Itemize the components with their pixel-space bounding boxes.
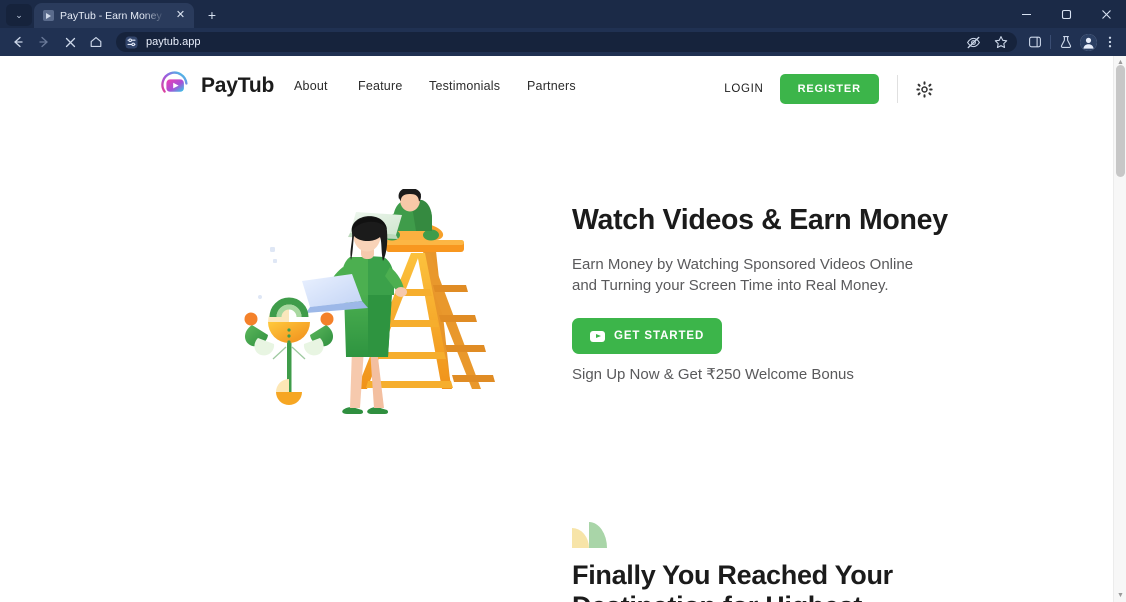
tab-title: PayTub - Earn Money by Watch xyxy=(60,9,167,22)
hero-subtitle: Earn Money by Watching Sponsored Videos … xyxy=(572,255,914,295)
sparkles xyxy=(258,247,277,299)
close-window-button[interactable] xyxy=(1086,0,1126,28)
nav-link-testimonials[interactable]: Testimonials xyxy=(429,79,527,93)
minimize-icon xyxy=(1021,13,1031,15)
three-dot-menu-icon[interactable] xyxy=(1100,31,1120,53)
omnibox-actions xyxy=(963,32,1011,52)
site-settings-icon[interactable] xyxy=(124,35,138,49)
new-tab-button[interactable]: + xyxy=(201,4,223,26)
browser-tab[interactable]: PayTub - Earn Money by Watch ✕ xyxy=(34,3,194,28)
page-scrollbar[interactable]: ▲ ▼ xyxy=(1113,56,1126,602)
get-started-label: GET STARTED xyxy=(614,330,705,343)
leaf-yellow-icon xyxy=(572,528,589,548)
back-arrow-icon xyxy=(14,36,23,48)
play-icon xyxy=(590,330,605,342)
plant-decoration xyxy=(244,297,334,405)
close-icon xyxy=(1101,9,1111,19)
paytub-favicon xyxy=(43,10,54,21)
chevron-down-icon: ⌄ xyxy=(15,9,23,20)
site-header: PayTub About Feature Testimonials Partne… xyxy=(0,56,1113,114)
avatar-icon xyxy=(1079,33,1097,51)
page-viewport: PayTub About Feature Testimonials Partne… xyxy=(0,56,1126,602)
brand-name: PayTub xyxy=(201,73,275,97)
nav-link-about[interactable]: About xyxy=(294,79,358,93)
primary-nav: About Feature Testimonials Partners xyxy=(294,79,587,93)
stop-loading-button[interactable] xyxy=(58,30,82,54)
forward-arrow-icon xyxy=(39,36,48,48)
gear-icon[interactable] xyxy=(916,80,933,98)
login-link[interactable]: LOGIN xyxy=(724,83,763,95)
hero-title: Watch Videos & Earn Money xyxy=(572,204,948,236)
home-icon xyxy=(90,37,102,47)
home-button[interactable] xyxy=(84,30,108,54)
paytub-play-logo xyxy=(160,70,191,101)
get-started-button[interactable]: GET STARTED xyxy=(572,318,723,355)
people-with-laptops-and-ladder-illustration xyxy=(240,187,540,419)
forward-button[interactable] xyxy=(32,30,56,54)
tab-search-button[interactable]: ⌄ xyxy=(6,4,32,26)
scrollbar-thumb[interactable] xyxy=(1116,65,1125,177)
section-title: Finally You Reached Your Destination for… xyxy=(572,560,893,602)
toolbar-divider xyxy=(1050,35,1051,49)
nav-link-feature[interactable]: Feature xyxy=(358,79,429,93)
leaf-green-icon xyxy=(589,522,607,548)
header-actions: LOGIN REGISTER xyxy=(724,74,933,104)
nav-link-partners[interactable]: Partners xyxy=(527,79,587,93)
address-bar[interactable]: paytub.app xyxy=(116,32,1017,52)
flask-icon[interactable] xyxy=(1056,31,1076,53)
close-tab-icon[interactable]: ✕ xyxy=(173,8,188,23)
tab-strip: ⌄ PayTub - Earn Money by Watch ✕ + xyxy=(0,0,1126,28)
scroll-down-arrow-icon[interactable]: ▼ xyxy=(1114,589,1126,602)
browser-toolbar: paytub.app xyxy=(0,28,1126,56)
star-icon[interactable] xyxy=(991,31,1011,53)
close-icon xyxy=(65,37,75,47)
maximize-button[interactable] xyxy=(1046,0,1086,28)
welcome-bonus-text: Sign Up Now & Get ₹250 Welcome Bonus xyxy=(572,366,854,384)
profile-button[interactable] xyxy=(1078,31,1098,53)
url-text[interactable]: paytub.app xyxy=(146,36,200,48)
eye-slash-icon[interactable] xyxy=(963,31,983,53)
two-leaf-mark xyxy=(572,522,608,548)
brand-logo-link[interactable]: PayTub xyxy=(160,70,274,101)
minimize-button[interactable] xyxy=(1006,0,1046,28)
register-button[interactable]: REGISTER xyxy=(779,74,879,104)
header-divider xyxy=(897,75,898,103)
browser-window: ⌄ PayTub - Earn Money by Watch ✕ + xyxy=(0,0,1126,602)
destination-section: Finally You Reached Your Destination for… xyxy=(572,522,992,602)
maximize-icon xyxy=(1061,9,1071,19)
hero-section: Watch Videos & Earn Money Earn Money by … xyxy=(0,114,1113,534)
window-controls xyxy=(1006,0,1126,28)
hero-copy: Watch Videos & Earn Money Earn Money by … xyxy=(572,204,972,383)
side-panel-icon[interactable] xyxy=(1025,31,1045,53)
back-button[interactable] xyxy=(6,30,30,54)
